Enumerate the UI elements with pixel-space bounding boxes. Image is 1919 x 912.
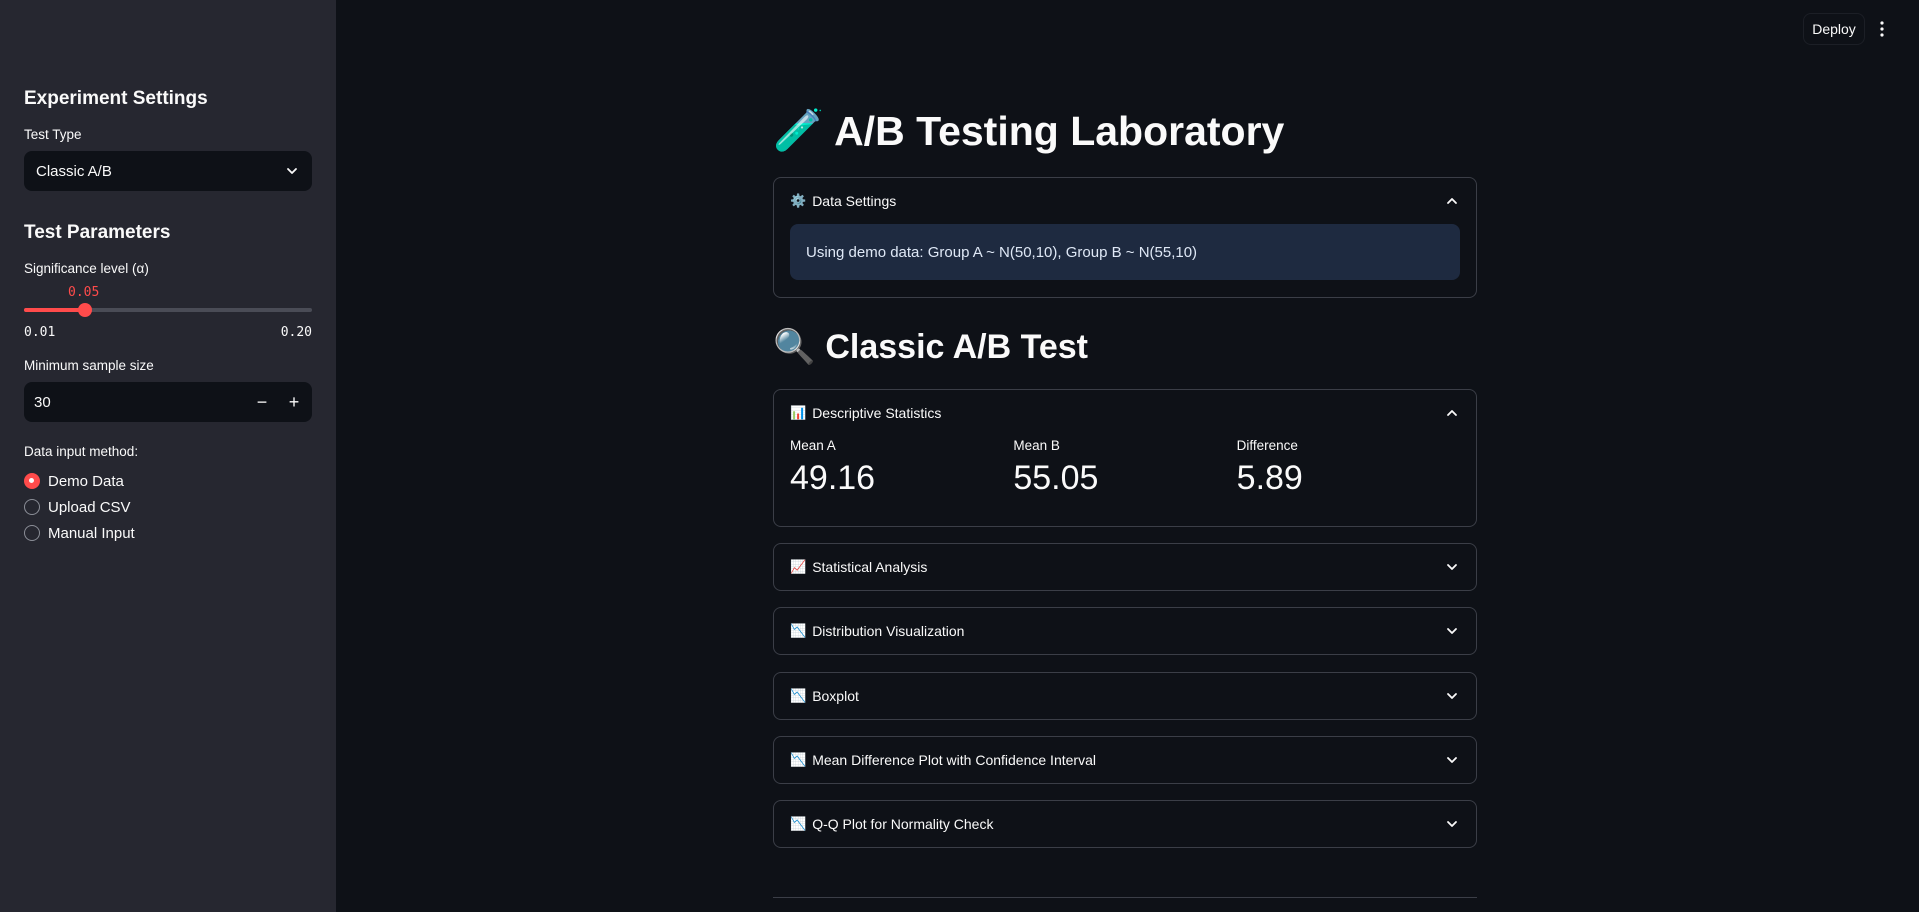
- chevron-down-icon: [284, 163, 300, 179]
- chevron-down-icon: [1444, 816, 1460, 832]
- chevron-down-icon: [1444, 752, 1460, 768]
- trend-down-icon: 📉: [790, 688, 807, 703]
- section-title: 🔍 Classic A/B Test: [773, 327, 1088, 367]
- trend-down-icon: 📉: [790, 816, 807, 831]
- expander-label: Statistical Analysis: [812, 559, 928, 575]
- expander-header[interactable]: 📉 Distribution Visualization: [774, 608, 1476, 654]
- metric-value: 5.89: [1236, 459, 1303, 497]
- alpha-slider-value: 0.05: [68, 285, 100, 300]
- alpha-slider-fill: [24, 308, 85, 312]
- chevron-down-icon: [1444, 559, 1460, 575]
- radio-label: Upload CSV: [48, 498, 131, 516]
- expander-header[interactable]: 📉 Boxplot: [774, 673, 1476, 719]
- chevron-down-icon: [1444, 623, 1460, 639]
- radio-manual-input[interactable]: Manual Input: [24, 520, 312, 546]
- min-sample-value[interactable]: 30: [34, 394, 51, 411]
- gear-icon: ⚙️: [790, 193, 807, 208]
- chevron-down-icon: [1444, 688, 1460, 704]
- data-settings-expander: ⚙️ Data Settings Using demo data: Group …: [773, 177, 1477, 298]
- metric-mean-b: Mean B 55.05: [1013, 438, 1236, 498]
- section-title-text: Classic A/B Test: [825, 327, 1088, 366]
- metric-label: Difference: [1236, 438, 1298, 453]
- alpha-slider-min: 0.01: [24, 325, 56, 340]
- alpha-label: Significance level (α): [24, 261, 149, 276]
- radio-upload-csv[interactable]: Upload CSV: [24, 494, 312, 520]
- metric-value: 55.05: [1013, 459, 1099, 497]
- alpha-slider-max: 0.20: [280, 325, 312, 340]
- metric-label: Mean A: [790, 438, 836, 453]
- test-tube-icon: 🧪: [773, 107, 825, 153]
- descriptive-statistics-label: Descriptive Statistics: [812, 405, 942, 421]
- demo-data-info: Using demo data: Group A ~ N(50,10), Gro…: [790, 224, 1460, 280]
- metrics-row: Mean A 49.16 Mean B 55.05 Difference 5.8…: [774, 436, 1476, 498]
- distribution-visualization-expander[interactable]: 📉 Distribution Visualization: [773, 607, 1477, 655]
- expander-header[interactable]: 📉 Q-Q Plot for Normality Check: [774, 801, 1476, 847]
- radio-unchecked-icon: [24, 499, 40, 515]
- boxplot-expander[interactable]: 📉 Boxplot: [773, 672, 1477, 720]
- expander-header[interactable]: 📉 Mean Difference Plot with Confidence I…: [774, 737, 1476, 783]
- test-type-value: Classic A/B: [36, 162, 112, 180]
- data-input-label: Data input method:: [24, 444, 139, 459]
- divider: [773, 897, 1477, 898]
- metric-label: Mean B: [1013, 438, 1060, 453]
- trend-down-icon: 📉: [790, 623, 807, 638]
- radio-demo-data[interactable]: Demo Data: [24, 468, 312, 494]
- data-settings-header[interactable]: ⚙️ Data Settings: [774, 178, 1476, 224]
- trend-down-icon: 📉: [790, 752, 807, 767]
- radio-label: Manual Input: [48, 524, 135, 542]
- metric-difference: Difference 5.89: [1237, 438, 1460, 498]
- descriptive-statistics-header[interactable]: 📊 Descriptive Statistics: [774, 390, 1476, 436]
- test-type-label: Test Type: [24, 127, 82, 142]
- data-settings-label: Data Settings: [812, 193, 897, 209]
- alpha-slider[interactable]: 0.05 0.01 0.20: [24, 285, 312, 343]
- deploy-button[interactable]: Deploy: [1803, 13, 1865, 45]
- alpha-slider-thumb[interactable]: [77, 303, 92, 317]
- radio-checked-icon: [24, 473, 40, 489]
- mean-difference-expander[interactable]: 📉 Mean Difference Plot with Confidence I…: [773, 736, 1477, 784]
- data-input-radio-group: Demo Data Upload CSV Manual Input: [24, 468, 312, 546]
- expander-label: Q-Q Plot for Normality Check: [812, 816, 994, 832]
- expander-label: Distribution Visualization: [812, 623, 965, 639]
- statistical-analysis-expander[interactable]: 📈 Statistical Analysis: [773, 543, 1477, 591]
- expander-label: Mean Difference Plot with Confidence Int…: [812, 752, 1096, 768]
- chevron-up-icon: [1444, 193, 1460, 209]
- page-title-text: A/B Testing Laboratory: [834, 107, 1285, 154]
- increment-button[interactable]: +: [278, 382, 310, 422]
- test-type-select[interactable]: Classic A/B: [24, 151, 312, 191]
- more-menu-icon[interactable]: [1871, 15, 1893, 43]
- qq-plot-expander[interactable]: 📉 Q-Q Plot for Normality Check: [773, 800, 1477, 848]
- bar-chart-icon: 📊: [790, 405, 807, 420]
- metric-mean-a: Mean A 49.16: [790, 438, 1013, 498]
- page-title: 🧪 A/B Testing Laboratory: [773, 107, 1284, 155]
- decrement-button[interactable]: −: [246, 382, 278, 422]
- trend-up-icon: 📈: [790, 559, 807, 574]
- experiment-settings-heading: Experiment Settings: [24, 88, 208, 109]
- metric-value: 49.16: [790, 459, 876, 497]
- expander-label: Boxplot: [812, 688, 859, 704]
- test-parameters-heading: Test Parameters: [24, 222, 171, 243]
- radio-unchecked-icon: [24, 525, 40, 541]
- expander-header[interactable]: 📈 Statistical Analysis: [774, 544, 1476, 590]
- descriptive-statistics-expander: 📊 Descriptive Statistics Mean A 49.16 Me…: [773, 389, 1477, 527]
- radio-label: Demo Data: [48, 472, 124, 490]
- magnifier-icon: 🔍: [773, 328, 816, 366]
- chevron-up-icon: [1444, 405, 1460, 421]
- min-sample-stepper[interactable]: 30 − +: [24, 382, 312, 422]
- sidebar: Experiment Settings Test Type Classic A/…: [0, 0, 336, 912]
- min-sample-label: Minimum sample size: [24, 358, 154, 373]
